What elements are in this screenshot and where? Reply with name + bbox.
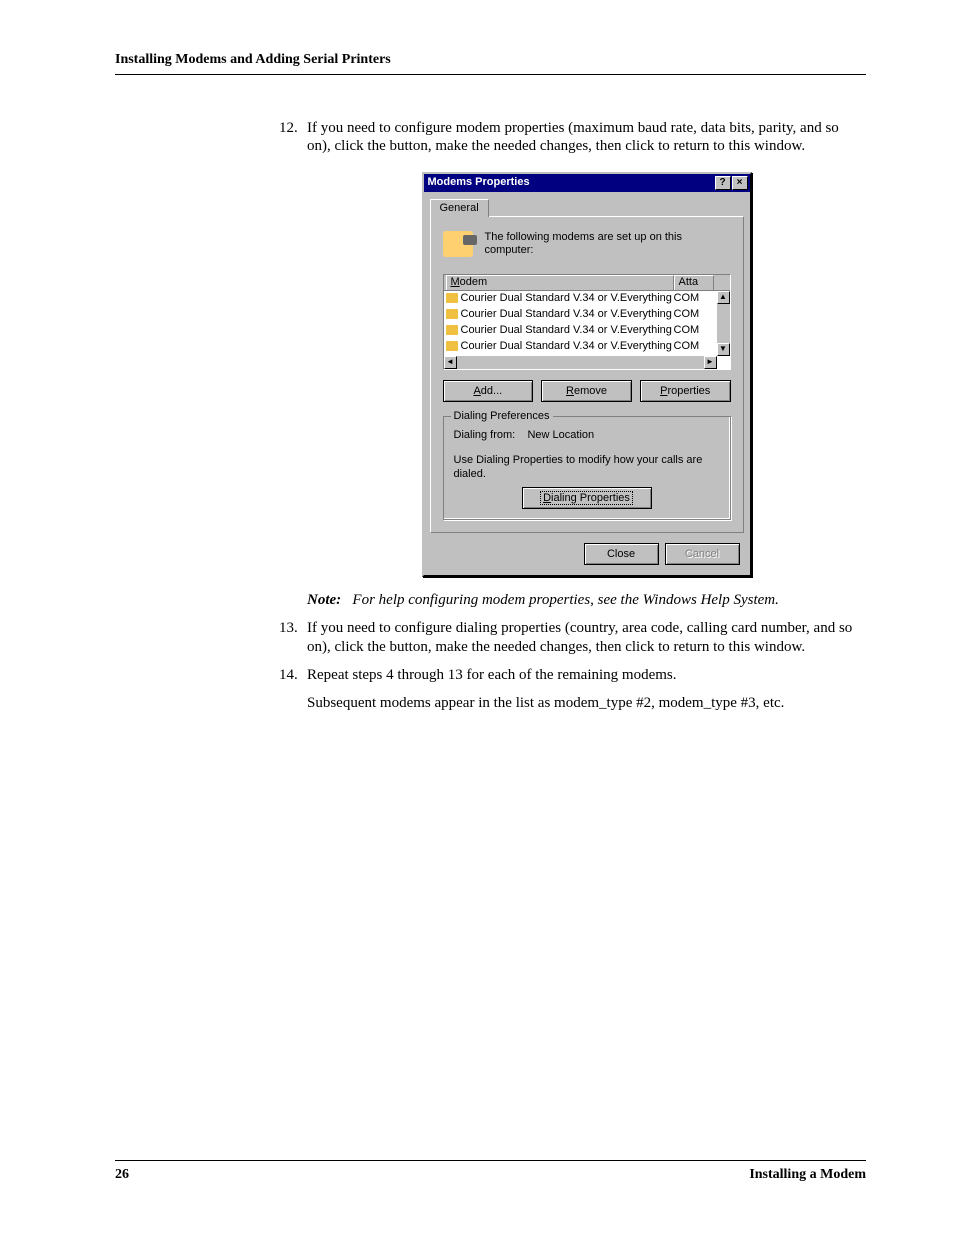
close-button[interactable]: Close bbox=[584, 543, 659, 565]
scroll-down-icon[interactable]: ▼ bbox=[717, 343, 730, 356]
modem-row-icon bbox=[446, 341, 458, 351]
add-button[interactable]: Add... bbox=[443, 380, 534, 402]
scroll-left-icon[interactable]: ◄ bbox=[444, 356, 457, 369]
modem-row-icon bbox=[446, 309, 458, 319]
step-14-text: Repeat steps 4 through 13 for each of th… bbox=[307, 667, 677, 683]
step-12-text-b: button, make the needed changes, then cl… bbox=[389, 138, 658, 154]
footer-section: Installing a Modem bbox=[749, 1167, 866, 1183]
modem-row-name: Courier Dual Standard V.34 or V.Everythi… bbox=[461, 340, 674, 352]
modem-row-port: COM bbox=[674, 292, 714, 305]
step-12: 12. If you need to configure modem prope… bbox=[307, 119, 866, 609]
step-13: 13. If you need to configure dialing pro… bbox=[307, 619, 866, 656]
tab-general[interactable]: General bbox=[430, 199, 489, 217]
modem-row-icon bbox=[446, 325, 458, 335]
dialog-title: Modems Properties bbox=[428, 176, 530, 189]
step-14-sub: Subsequent modems appear in the list as … bbox=[307, 694, 866, 712]
step-13-text-c: to return to this window. bbox=[658, 639, 805, 655]
col-modem-rest: odem bbox=[460, 276, 488, 288]
scroll-right-icon[interactable]: ► bbox=[704, 356, 717, 369]
modem-row-name: Courier Dual Standard V.34 or V.Everythi… bbox=[461, 308, 674, 320]
step-13-text-b: button, make the needed changes, then cl… bbox=[389, 639, 658, 655]
step-14: 14. Repeat steps 4 through 13 for each o… bbox=[307, 666, 866, 713]
titlebar-close-button[interactable]: × bbox=[732, 176, 748, 190]
list-item[interactable]: Courier Dual Standard V.34 or V.Everythi… bbox=[444, 307, 730, 323]
modem-row-port: COM bbox=[674, 340, 714, 353]
modem-list[interactable]: Modem Atta Courier Dual Standard V.34 or… bbox=[443, 274, 731, 370]
note: Note: For help configuring modem propert… bbox=[307, 591, 866, 609]
properties-button[interactable]: Properties bbox=[640, 380, 731, 402]
step-14-number: 14. bbox=[279, 666, 298, 684]
vertical-scrollbar[interactable]: ▲ ▼ bbox=[717, 291, 730, 356]
modem-row-name: Courier Dual Standard V.34 or V.Everythi… bbox=[461, 324, 674, 336]
list-item[interactable]: Courier Dual Standard V.34 or V.Everythi… bbox=[444, 339, 730, 355]
dialing-from-value: New Location bbox=[527, 429, 594, 441]
dialing-preferences-group: Dialing Preferences Dialing from: New Lo… bbox=[443, 416, 731, 520]
dialing-properties-button[interactable]: Dialing Properties bbox=[522, 487, 652, 509]
group-legend: Dialing Preferences bbox=[451, 410, 553, 423]
scroll-up-icon[interactable]: ▲ bbox=[717, 291, 730, 304]
modem-icon bbox=[443, 231, 473, 257]
note-label: Note: bbox=[307, 592, 341, 608]
cancel-button: Cancel bbox=[665, 543, 740, 565]
list-item[interactable]: Courier Dual Standard V.34 or V.Everythi… bbox=[444, 291, 730, 307]
dialog-titlebar[interactable]: Modems Properties ? × bbox=[424, 174, 750, 192]
list-header: Modem Atta bbox=[444, 275, 730, 291]
list-item[interactable]: Courier Dual Standard V.34 or V.Everythi… bbox=[444, 323, 730, 339]
note-text: For help configuring modem properties, s… bbox=[352, 592, 778, 608]
page-number: 26 bbox=[115, 1167, 129, 1183]
modem-row-port: COM bbox=[674, 324, 714, 337]
running-header: Installing Modems and Adding Serial Prin… bbox=[115, 52, 866, 75]
page-footer: 26 Installing a Modem bbox=[115, 1160, 866, 1183]
modem-row-name: Courier Dual Standard V.34 or V.Everythi… bbox=[461, 292, 672, 304]
dialing-help-text: Use Dialing Properties to modify how you… bbox=[454, 454, 720, 481]
modem-row-port: COM bbox=[674, 308, 714, 321]
col-attached-header: Atta bbox=[674, 275, 714, 289]
horizontal-scrollbar[interactable]: ◄ ► bbox=[444, 356, 717, 369]
step-13-number: 13. bbox=[279, 619, 298, 637]
modems-properties-dialog: Modems Properties ? × General bbox=[422, 172, 752, 577]
dialog-intro-text: The following modems are set up on this … bbox=[485, 231, 731, 258]
dialing-from-label: Dialing from: bbox=[454, 429, 516, 441]
titlebar-help-button[interactable]: ? bbox=[715, 176, 731, 190]
modem-row-icon bbox=[446, 293, 458, 303]
remove-button[interactable]: Remove bbox=[541, 380, 632, 402]
step-12-text-c: to return to this window. bbox=[658, 138, 805, 154]
step-12-number: 12. bbox=[279, 119, 298, 137]
